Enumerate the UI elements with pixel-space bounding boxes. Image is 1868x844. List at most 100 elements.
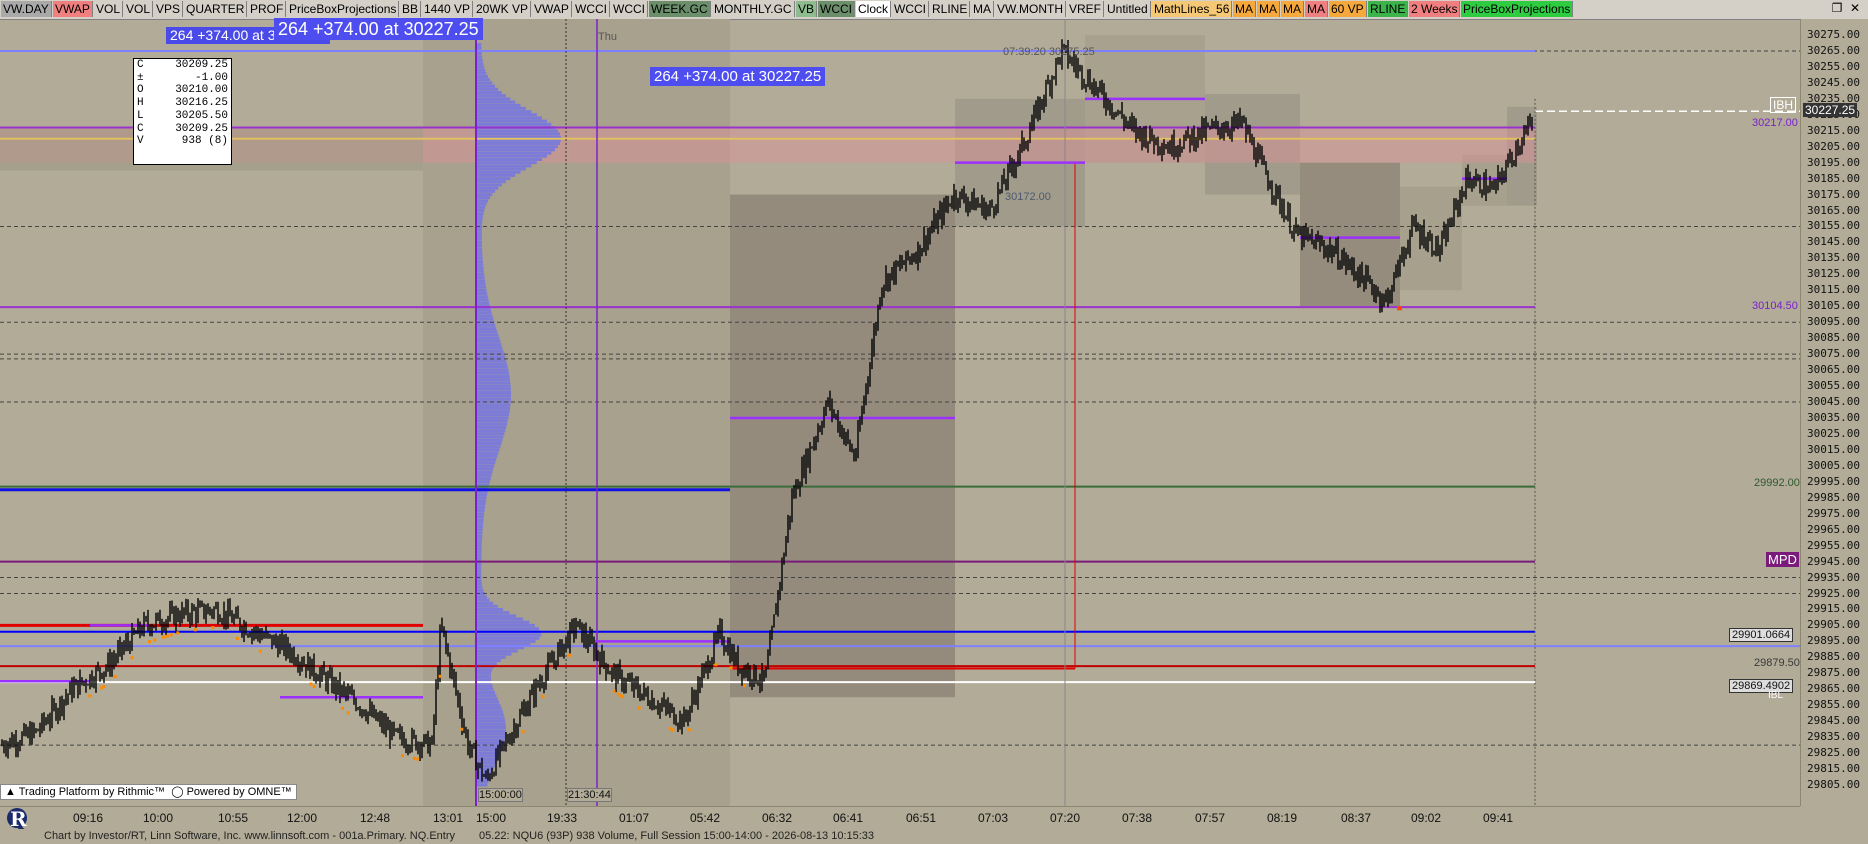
toolbar-button-31[interactable]: RLINE: [1368, 1, 1409, 17]
price-tick-label: 30255.00: [1807, 59, 1860, 73]
status-right: 05.22: NQU6 (93P) 938 Volume, Full Sessi…: [479, 830, 875, 842]
ibl-label: IBL: [1768, 690, 1784, 701]
price-tick-label: 29945.00: [1807, 554, 1860, 568]
price-tick-label: 30115.00: [1807, 283, 1860, 297]
toolbar-button-9[interactable]: 1440 VP: [422, 1, 474, 17]
toolbar-button-27[interactable]: MA: [1257, 1, 1280, 17]
price-tick-label: 30025.00: [1807, 426, 1860, 440]
toolbar-button-0[interactable]: VW.DAY: [1, 1, 52, 17]
price-tick-label: 29845.00: [1807, 714, 1860, 728]
toolbar-button-15[interactable]: MONTHLY.GC: [712, 1, 795, 17]
price-tick-label: 30165.00: [1807, 203, 1860, 217]
close-icon[interactable]: ✕: [1846, 1, 1864, 15]
price-tick-label: 30045.00: [1807, 395, 1860, 409]
price-tick-label: 30125.00: [1807, 267, 1860, 281]
price-tick-label: 30155.00: [1807, 219, 1860, 233]
time-tick-label: 09:02: [1410, 811, 1442, 825]
ib-range-box: [730, 194, 955, 698]
price-tick-label: 30065.00: [1807, 363, 1860, 377]
status-left: Chart by Investor/RT, Linn Software, Inc…: [44, 830, 456, 842]
toolbar-button-3[interactable]: VOL: [124, 1, 154, 17]
price-tick-label: 29915.00: [1807, 602, 1860, 616]
toolbar-button-14[interactable]: WEEK.GC: [649, 1, 711, 17]
ohlc-row: V 938 (8): [137, 135, 228, 148]
orange-marker: [153, 638, 157, 642]
price-tick-label: 29805.00: [1807, 778, 1860, 791]
orange-marker: [416, 757, 420, 761]
toolbar-button-26[interactable]: MA: [1233, 1, 1256, 17]
toolbar-button-16[interactable]: VB: [796, 1, 818, 17]
omne-logo-icon: ◯: [171, 786, 184, 798]
orange-marker: [340, 706, 344, 710]
mpd-label: MPD: [1766, 552, 1799, 567]
orange-marker: [541, 694, 545, 698]
ibh-label: IBH: [1770, 97, 1797, 113]
orange-marker: [729, 666, 733, 670]
toolbar-button-23[interactable]: VREF: [1067, 1, 1105, 17]
toolbar-button-30[interactable]: 60 VP: [1329, 1, 1367, 17]
toolbar-button-8[interactable]: BB: [400, 1, 422, 17]
price-tick-label: 29975.00: [1807, 506, 1860, 520]
orange-marker: [401, 754, 405, 758]
price-tick-label: 29865.00: [1807, 682, 1860, 696]
toolbar-button-28[interactable]: MA: [1281, 1, 1304, 17]
orange-marker: [193, 628, 197, 632]
orange-marker: [619, 694, 623, 698]
time-tick-label: 12:00: [286, 811, 318, 825]
toolbar-button-7[interactable]: PriceBoxProjections: [287, 1, 400, 17]
toolbar-button-32[interactable]: 2 Weeks: [1409, 1, 1461, 17]
toolbar-button-11[interactable]: VWAP: [532, 1, 572, 17]
toolbar-button-12[interactable]: WCCI: [573, 1, 610, 17]
toolbar-button-13[interactable]: WCCI: [611, 1, 648, 17]
toolbar-button-33[interactable]: PriceBoxProjections: [1461, 1, 1574, 17]
toolbar-button-20[interactable]: RLINE: [930, 1, 971, 17]
orange-marker: [616, 692, 620, 696]
ohlc-row: C 30209.25: [137, 122, 228, 135]
time-tick-label: 06:51: [905, 811, 937, 825]
price-tick-label: 30245.00: [1807, 75, 1860, 89]
price-axis: 30275.00 30265.00 30255.00 30245.00 30235.00…: [1800, 19, 1868, 806]
time-tick-label: 07:57: [1194, 811, 1226, 825]
toolbar-button-5[interactable]: QUARTER: [184, 1, 248, 17]
time-tick-label: 06:41: [832, 811, 864, 825]
time-tick-label: 07:20: [1049, 811, 1081, 825]
toolbar-button-24[interactable]: Untitled: [1105, 1, 1151, 17]
orange-marker: [88, 694, 92, 698]
price-tick-label: 30205.00: [1807, 139, 1860, 153]
low-marker: [1397, 306, 1402, 311]
toolbar-button-1[interactable]: VWAP: [53, 1, 93, 17]
toolbar-button-19[interactable]: WCCI: [892, 1, 929, 17]
ohlc-row: O 30210.00: [137, 84, 228, 97]
toolbar-button-29[interactable]: MA: [1305, 1, 1328, 17]
time-tick-label: 09:41: [1482, 811, 1514, 825]
toolbar-button-6[interactable]: PROF: [248, 1, 287, 17]
level-30217-label: 30217.00: [1752, 117, 1798, 129]
price-tick-label: 30135.00: [1807, 251, 1860, 265]
toolbar-button-10[interactable]: 20WK VP: [474, 1, 532, 17]
time-tick-label: 06:32: [761, 811, 793, 825]
orange-marker: [235, 636, 239, 640]
orange-marker: [113, 675, 117, 679]
toolbar-button-21[interactable]: MA: [971, 1, 994, 17]
time-tick-label: 07:03: [977, 811, 1009, 825]
price-tick-label: 30085.00: [1807, 331, 1860, 345]
orange-marker: [438, 674, 442, 678]
toolbar-button-17[interactable]: WCCI: [818, 1, 855, 17]
ohlc-row: L 30205.50: [137, 109, 228, 122]
current-price-label: 30227.25: [1803, 103, 1858, 118]
toolbar-button-25[interactable]: MathLines_56: [1152, 1, 1233, 17]
price-tick-label: 30185.00: [1807, 171, 1860, 185]
toolbar-button-22[interactable]: VW.MONTH: [995, 1, 1066, 17]
price-tick-label: 29825.00: [1807, 746, 1860, 760]
price-tick-label: 30015.00: [1807, 442, 1860, 456]
toolbar-button-4[interactable]: VPS: [154, 1, 184, 17]
orange-marker: [169, 633, 173, 637]
toolbar-button-18[interactable]: Clock: [856, 1, 892, 17]
price-chart[interactable]: [0, 19, 1868, 806]
svg-text:R: R: [10, 807, 27, 831]
orange-marker: [211, 626, 215, 630]
orange-marker: [460, 727, 464, 731]
restore-icon[interactable]: ❐: [1828, 1, 1846, 15]
toolbar-button-2[interactable]: VOL: [94, 1, 124, 17]
indicator-toolbar: VW.DAY VWAP VOL VOL VPS QUARTER PROF PriceBoxPr…: [0, 0, 1868, 20]
